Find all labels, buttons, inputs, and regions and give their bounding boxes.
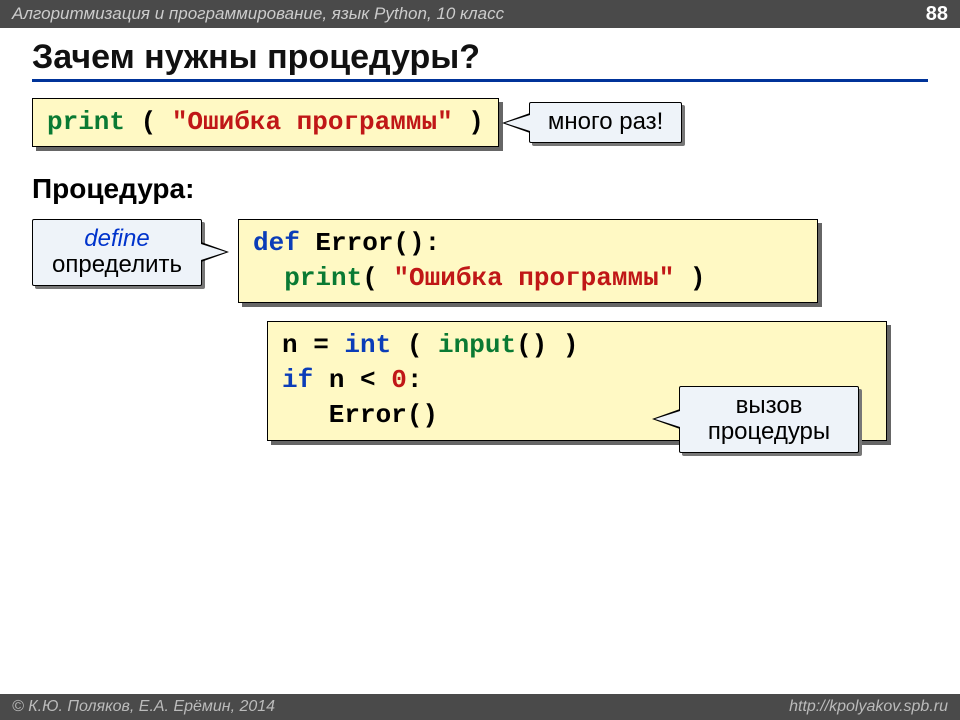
- def-name: Error():: [300, 228, 440, 258]
- callout-text: много раз!: [548, 108, 663, 135]
- lit-zero: 0: [391, 365, 407, 395]
- slide-title: Зачем нужны процедуры?: [32, 38, 928, 82]
- footer-url: http://kpolyakov.spb.ru: [789, 698, 948, 716]
- call-proc-l2: процедуры: [708, 418, 830, 445]
- kw-int: int: [344, 330, 391, 360]
- define-ru: определить: [52, 251, 182, 278]
- slide: Алгоритмизация и программирование, язык …: [0, 0, 960, 720]
- code-open: (: [125, 107, 172, 137]
- code-print: print ( "Ошибка программы" ): [32, 98, 499, 147]
- content: Зачем нужны процедуры? print ( "Ошибка п…: [0, 28, 960, 451]
- mc-cond: n <: [313, 365, 391, 395]
- row-main-code: n = int ( input() ) if n < 0: Error() вы…: [267, 321, 887, 440]
- footer-bar: © К.Ю. Поляков, Е.А. Ерёмин, 2014 http:/…: [0, 694, 960, 720]
- code-open: (: [362, 263, 393, 293]
- callout-many-times: много раз!: [529, 102, 682, 142]
- kw-def: def: [253, 228, 300, 258]
- code-string: "Ошибка программы": [172, 107, 453, 137]
- mc-open: (: [391, 330, 438, 360]
- mc-call: Error(): [282, 400, 438, 430]
- callout-tail-icon: [201, 242, 229, 262]
- row-define: define определить def Error(): print( "О…: [32, 219, 928, 303]
- mc-eq: =: [298, 330, 345, 360]
- footer-copyright: © К.Ю. Поляков, Е.А. Ерёмин, 2014: [12, 698, 275, 716]
- section-label: Процедура:: [32, 173, 928, 205]
- mc-close: () ): [516, 330, 578, 360]
- callout-tail-icon: [652, 409, 680, 429]
- code-def: def Error(): print( "Ошибка программы" ): [238, 219, 818, 303]
- define-en: define: [51, 226, 183, 252]
- code-string: "Ошибка программы": [393, 263, 674, 293]
- code-close: ): [453, 107, 484, 137]
- code-close: ): [674, 263, 705, 293]
- mc-colon: :: [407, 365, 423, 395]
- row-print-example: print ( "Ошибка программы" ) много раз!: [32, 98, 928, 147]
- callout-call-procedure: вызов процедуры: [679, 386, 859, 453]
- callout-define: define определить: [32, 219, 202, 286]
- kw-print: print: [47, 107, 125, 137]
- callout-tail-icon: [502, 113, 530, 133]
- kw-print: print: [284, 263, 362, 293]
- kw-input: input: [438, 330, 516, 360]
- header-bar: Алгоритмизация и программирование, язык …: [0, 0, 960, 28]
- kw-if: if: [282, 365, 313, 395]
- mc-n: n: [282, 330, 298, 360]
- indent: [253, 263, 284, 293]
- call-proc-l1: вызов: [698, 393, 840, 419]
- page-number: 88: [926, 3, 948, 26]
- course-title: Алгоритмизация и программирование, язык …: [12, 4, 504, 24]
